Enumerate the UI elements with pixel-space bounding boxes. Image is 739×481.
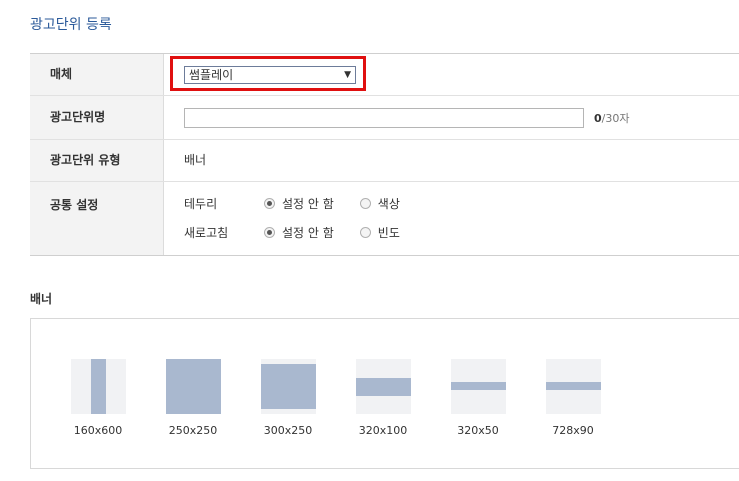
banner-160x600-thumb[interactable] [71,359,126,414]
banner-300x250-thumb[interactable] [261,359,316,414]
banner-320x100-thumb[interactable] [356,359,411,414]
radio-selected-icon [264,197,275,209]
media-row: 매체 썸플레이 ▼ [30,54,739,96]
type-label: 광고단위 유형 [30,140,164,181]
dropdown-arrow-icon: ▼ [344,70,351,80]
radio-unselected-icon [359,197,371,209]
page-title: 광고단위 등록 [30,17,112,33]
border-option-row: 테두리 설정 안 함 색상 [184,195,426,211]
refresh-label: 새로고침 [184,225,229,240]
common-settings-row: 공통 설정 테두리 설정 안 함 색상 새로고침 설정 안 함 빈도 [30,182,739,255]
banner-size-label: 320x100 [358,424,408,437]
name-label: 광고단위명 [30,96,164,139]
ad-unit-form: 매체 썸플레이 ▼ 광고단위명 0/30자 광고단위 유형 배너 공통 설정 테… [30,53,739,256]
banner-size-label: 320x50 [457,424,499,437]
common-settings-label: 공통 설정 [30,182,164,255]
refresh-frequency-radio[interactable]: 빈도 [359,224,400,241]
banner-size-label: 160x600 [73,424,123,437]
char-counter: 0/30자 [594,112,630,125]
banner-size-label: 728x90 [552,424,594,437]
border-color-radio[interactable]: 색상 [359,195,400,212]
refresh-none-radio[interactable]: 설정 안 함 [264,224,334,241]
media-select-value: 썸플레이 [189,68,234,82]
border-none-radio[interactable]: 설정 안 함 [264,195,334,212]
refresh-option-row: 새로고침 설정 안 함 빈도 [184,224,426,240]
type-value: 배너 [184,153,207,167]
radio-unselected-icon [359,226,371,238]
banner-size-label: 300x250 [263,424,313,437]
banner-size-list: 160x600 250x250 300x250 320x100 320x50 7… [30,318,739,469]
banner-728x90-thumb[interactable] [546,359,601,414]
media-select[interactable]: 썸플레이 ▼ [184,66,356,84]
border-label: 테두리 [184,196,218,211]
radio-selected-icon [264,226,275,238]
media-label: 매체 [30,54,164,95]
ad-unit-name-input[interactable] [184,108,584,128]
banner-section-title: 배너 [30,292,53,306]
type-row: 광고단위 유형 배너 [30,140,739,182]
name-row: 광고단위명 0/30자 [30,96,739,140]
banner-250x250-thumb[interactable] [166,359,221,414]
banner-320x50-thumb[interactable] [451,359,506,414]
banner-size-label: 250x250 [168,424,218,437]
